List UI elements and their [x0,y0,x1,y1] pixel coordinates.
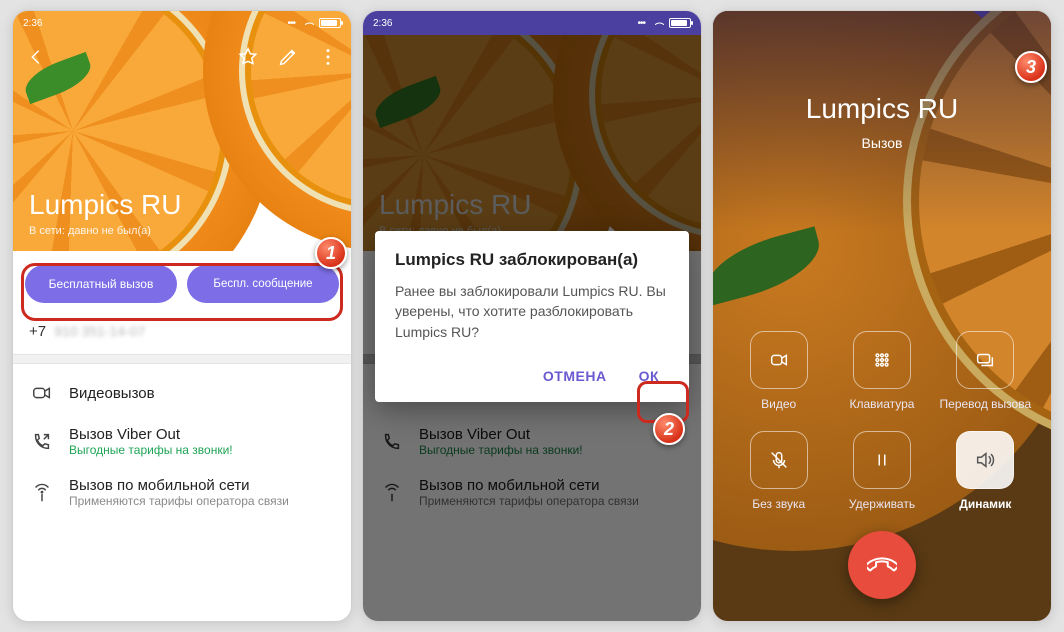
step-badge-2: 2 [653,413,685,445]
ok-button[interactable]: ОК [629,360,669,392]
status-time: 2:36 [373,18,392,29]
hold-button[interactable]: Удерживать [830,431,933,511]
mute-button[interactable]: Без звука [727,431,830,511]
edit-icon[interactable] [277,46,299,73]
statusbar: 2:36 ••• [13,11,351,35]
end-call-button[interactable] [848,531,916,599]
phone-number-row[interactable]: +7 910 351-14-07 [13,313,351,354]
video-camera-icon [750,331,808,389]
phone-screen-2: 2:36 ••• Lumpics RU В сети: давно не был… [362,10,702,622]
phone-screen-1: 2:36 ••• [12,10,352,622]
divider [13,354,351,364]
back-icon[interactable] [25,46,47,73]
free-call-button[interactable]: Бесплатный вызов [25,265,177,303]
video-call-row[interactable]: Видеовызов [13,370,351,416]
video-camera-icon [29,380,55,406]
step-badge-3: 3 [1015,51,1047,83]
dialog-title: Lumpics RU заблокирован(а) [395,249,669,271]
call-status: Вызов [713,135,1051,151]
keypad-button[interactable]: Клавиатура [830,331,933,411]
transfer-button[interactable]: Перевод вызова [934,331,1037,411]
status-icons: ••• [287,18,341,29]
more-icon[interactable] [317,46,339,73]
statusbar: 2:36 ••• [363,11,701,35]
unblock-dialog: Lumpics RU заблокирован(а) Ранее вы забл… [375,231,689,402]
speaker-icon [956,431,1014,489]
phone-out-icon [29,429,55,455]
video-button[interactable]: Видео [727,331,830,411]
phone-screen-3: 2:36 ••• Lumpics RU Вызов Видео Клавиату… [712,10,1052,622]
step-badge-1: 1 [315,237,347,269]
free-message-button[interactable]: Беспл. сообщение [187,265,339,303]
call-contact-name: Lumpics RU [713,93,1051,125]
cellular-call-row[interactable]: Вызов по мобильной сети Применяются тари… [13,467,351,518]
speaker-button[interactable]: Динамик [934,431,1037,511]
dialog-body: Ранее вы заблокировали Lumpics RU. Вы ув… [395,281,669,342]
mute-icon [750,431,808,489]
keypad-icon [853,331,911,389]
cancel-button[interactable]: ОТМЕНА [533,360,617,392]
last-seen: В сети: давно не был(а) [29,225,181,237]
transfer-icon [956,331,1014,389]
favorite-icon[interactable] [237,46,259,73]
viber-out-row[interactable]: Вызов Viber Out Выгодные тарифы на звонк… [13,416,351,467]
contact-name: Lumpics RU [29,189,181,221]
pause-icon [853,431,911,489]
contact-header: Lumpics RU В сети: давно не был(а) [13,11,351,251]
antenna-icon [29,480,55,506]
status-time: 2:36 [23,18,42,29]
